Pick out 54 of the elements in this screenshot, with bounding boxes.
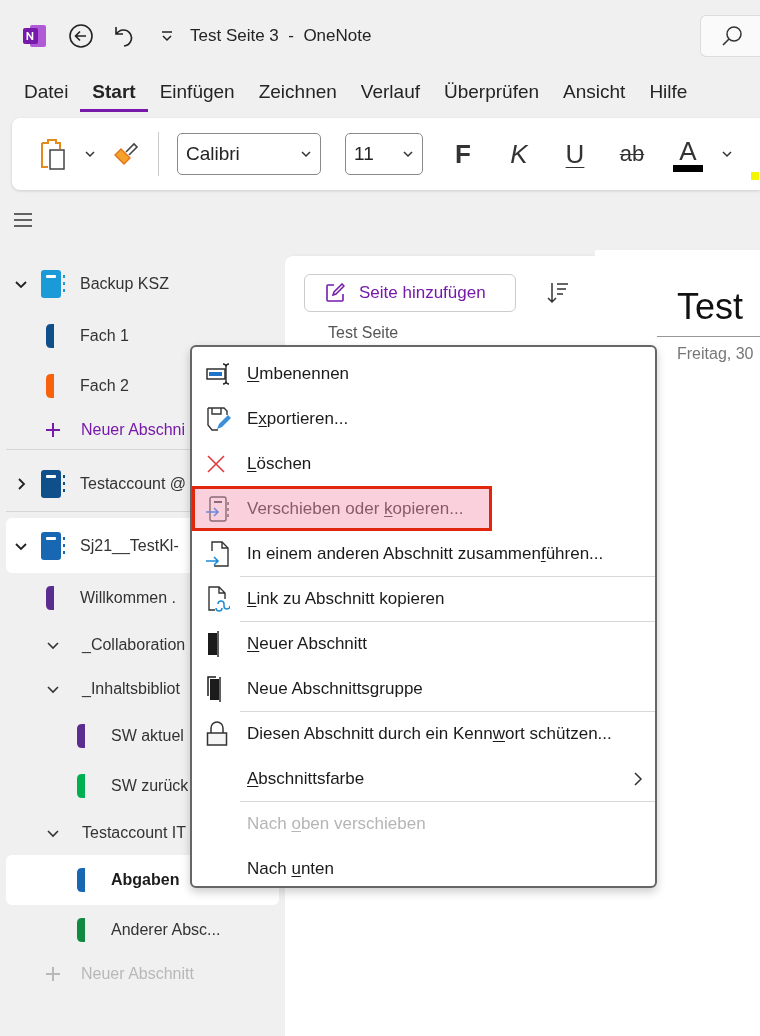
page-item[interactable]: Test Seite xyxy=(285,312,595,342)
ribbon-tab[interactable]: Verlauf xyxy=(348,76,432,112)
page-date: Freitag, 30 xyxy=(676,344,755,363)
plus-icon xyxy=(46,423,60,437)
caret-icon xyxy=(402,148,414,160)
ribbon-tab[interactable]: Start xyxy=(80,76,148,112)
menu-item[interactable]: Verschieben oder kopieren... xyxy=(192,486,493,531)
paste-icon[interactable] xyxy=(38,137,68,171)
font-size-dropdown[interactable]: 11 xyxy=(345,133,423,175)
add-page-icon xyxy=(325,283,345,303)
font-dropdown[interactable]: Calibri xyxy=(177,133,321,175)
ribbon-tab[interactable]: Überprüfen xyxy=(432,76,552,112)
menu-icon[interactable] xyxy=(13,212,33,228)
menu-item[interactable]: Exportieren... xyxy=(192,396,655,441)
font-color-button[interactable]: A xyxy=(673,136,703,172)
menu-item[interactable]: Neue Abschnittsgruppe xyxy=(192,666,655,711)
ribbon-tab[interactable]: Ansicht xyxy=(551,76,638,112)
document-link-icon xyxy=(206,585,230,612)
ribbon-tab[interactable]: Hilfe xyxy=(637,76,700,112)
bold-button[interactable]: F xyxy=(443,138,483,170)
italic-button[interactable]: K xyxy=(499,138,539,170)
onenote-logo xyxy=(22,23,48,49)
menu-item[interactable]: Löschen xyxy=(192,441,655,486)
notebook-item[interactable]: Backup KSZ xyxy=(6,256,279,311)
back-icon[interactable] xyxy=(68,23,94,49)
ribbon-tab[interactable]: Zeichnen xyxy=(246,76,349,112)
window-title: Test Seite 3 - OneNote xyxy=(190,26,372,46)
page-title[interactable]: Test xyxy=(657,286,760,337)
menu-item[interactable]: Abschnittsfarbe xyxy=(192,756,655,801)
rename-icon xyxy=(206,362,232,385)
section-group-icon xyxy=(206,675,222,702)
sort-icon[interactable] xyxy=(546,281,570,305)
merge-document-icon xyxy=(206,540,230,567)
ribbon-tab[interactable]: Einfügen xyxy=(147,76,247,112)
strikethrough-button[interactable]: ab xyxy=(611,141,653,167)
search-icon xyxy=(721,25,743,47)
delete-icon xyxy=(206,453,226,474)
caret-icon[interactable] xyxy=(84,148,96,160)
customize-caret-icon[interactable] xyxy=(160,29,174,43)
lock-icon xyxy=(206,720,228,747)
menu-item[interactable]: Link zu Abschnitt kopieren xyxy=(192,576,655,621)
save-edit-icon xyxy=(206,405,232,432)
move-section-icon xyxy=(206,495,230,522)
section-item[interactable]: Anderer Absc... xyxy=(6,905,279,955)
search-field[interactable] xyxy=(700,15,760,57)
menu-item[interactable]: Diesen Abschnitt durch ein Kennwort schützen... xyxy=(192,711,655,756)
section-icon xyxy=(206,630,220,657)
caret-icon xyxy=(300,148,312,160)
menu-item[interactable]: Neuer Abschnitt xyxy=(192,621,655,666)
add-page-button[interactable]: Seite hinzufügen xyxy=(304,274,516,312)
ribbon-tab[interactable]: Datei xyxy=(12,76,81,112)
plus-icon xyxy=(46,967,60,981)
underline-button[interactable]: U xyxy=(555,138,595,170)
caret-icon[interactable] xyxy=(721,148,733,160)
